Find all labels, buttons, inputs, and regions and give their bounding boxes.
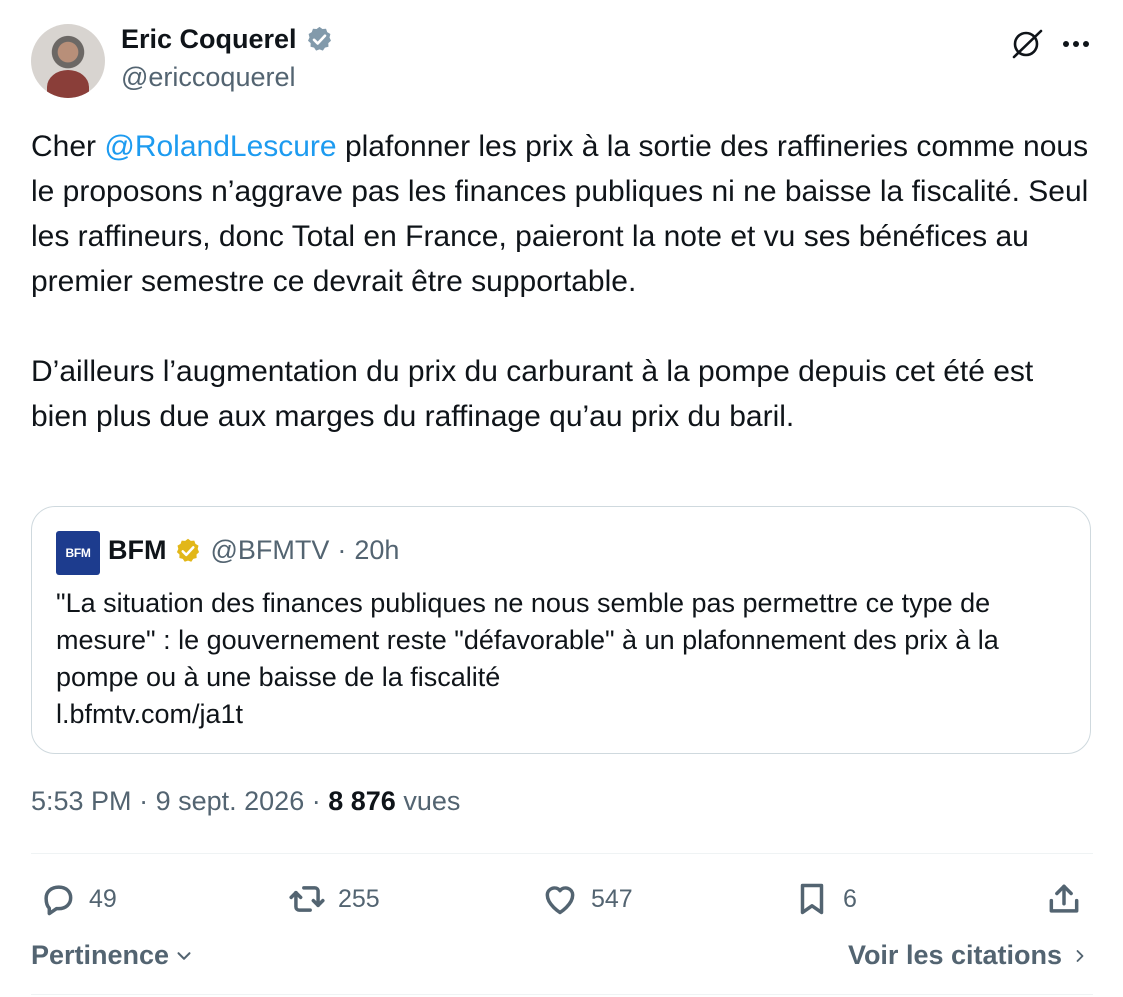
like-count: 547 — [591, 884, 633, 913]
quote-time[interactable]: 20h — [354, 535, 399, 566]
reply-icon — [44, 885, 73, 916]
repost-icon — [289, 886, 325, 912]
author-handle[interactable]: @ericcoquerel — [121, 62, 296, 93]
meta-separator: · — [311, 786, 321, 816]
quotes-label: Voir les citations — [847, 940, 1062, 970]
avatar[interactable] — [31, 24, 105, 98]
quote-avatar-logo[interactable]: BFM — [56, 531, 100, 575]
share-button[interactable] — [1045, 878, 1083, 920]
tweet-date[interactable]: 9 sept. 2026 — [156, 786, 305, 816]
share-icon — [1049, 884, 1079, 913]
view-quotes-link[interactable]: Voir les citations — [848, 940, 1090, 971]
tweet-prefix: Cher — [31, 130, 105, 163]
sort-label: Pertinence — [31, 940, 170, 970]
bookmark-button[interactable]: 6 — [793, 878, 857, 920]
tweet-meta: 5:53 PM · 9 sept. 2026 · 8 876 vues — [31, 786, 460, 817]
chevron-down-icon — [177, 951, 191, 960]
verified-badge-icon — [307, 26, 331, 51]
divider-bottom — [31, 994, 1093, 995]
quote-author-name[interactable]: BFM — [108, 535, 166, 566]
gold-verified-badge-icon — [177, 538, 200, 562]
views-count: 8 876 — [328, 786, 396, 816]
reply-count: 49 — [89, 884, 117, 913]
grok-icon[interactable] — [1009, 26, 1045, 62]
more-options-icon[interactable] — [1059, 26, 1093, 62]
author-name-row: Eric Coquerel — [121, 24, 334, 55]
chevron-right-icon — [1076, 949, 1084, 962]
author-name[interactable]: Eric Coquerel — [121, 24, 297, 55]
quote-separator: · — [337, 535, 347, 565]
bookmark-count: 6 — [843, 884, 857, 913]
quote-header: BFM @BFMTV · 20h — [108, 535, 399, 566]
reply-button[interactable]: 49 — [39, 878, 117, 920]
like-button[interactable]: 547 — [541, 878, 633, 920]
mention-link[interactable]: @RolandLescure — [104, 130, 336, 163]
heart-icon — [545, 886, 575, 915]
quoted-tweet[interactable]: BFM BFM @BFMTV · 20h "La situation des f… — [31, 506, 1091, 754]
quote-handle[interactable]: @BFMTV — [210, 535, 329, 566]
quote-text: "La situation des finances publiques ne … — [56, 588, 999, 729]
tweet-body: plafonner les prix à la sortie des raffi… — [31, 130, 1089, 433]
bookmark-icon — [800, 883, 824, 915]
tweet-time[interactable]: 5:53 PM — [31, 786, 132, 816]
meta-separator: · — [139, 786, 149, 816]
sort-dropdown[interactable]: Pertinence — [31, 940, 195, 971]
views-label: vues — [403, 786, 461, 816]
divider-top — [31, 853, 1093, 854]
repost-button[interactable]: 255 — [288, 878, 380, 920]
repost-count: 255 — [338, 884, 380, 913]
tweet-header: Eric Coquerel @ericcoquerel — [31, 22, 1093, 102]
tweet-text: Cher @RolandLescure plafonner les prix à… — [31, 124, 1093, 439]
